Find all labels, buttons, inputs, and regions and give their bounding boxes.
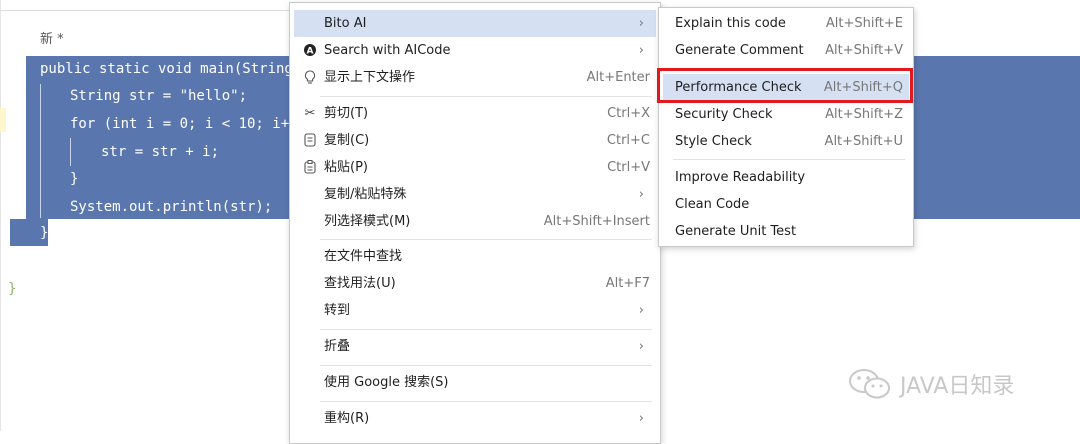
submenu-item-label: Performance Check — [675, 80, 802, 95]
menu-separator — [673, 68, 905, 69]
submenu-item-style-check[interactable]: Style Check Alt+Shift+U — [663, 128, 909, 155]
submenu-item-label: Style Check — [675, 134, 752, 149]
submenu-item-label: Explain this code — [675, 16, 786, 31]
menu-item-copy[interactable]: 复制(C) Ctrl+C — [294, 127, 656, 154]
menu-item-paste[interactable]: 粘贴(P) Ctrl+V — [294, 154, 656, 181]
menu-item-label: 剪切(T) — [324, 106, 369, 121]
submenu-item-clean-code[interactable]: Clean Code — [663, 191, 909, 218]
menu-item-label: 折叠 — [324, 339, 351, 354]
menu-separator — [320, 401, 652, 402]
menu-item-label: 查找用法(U) — [324, 276, 396, 291]
submenu-item-shortcut: Alt+Shift+Q — [823, 80, 903, 95]
watermark-text: JAVA日知录 — [900, 374, 1015, 399]
chevron-right-icon: › — [638, 43, 644, 58]
menu-item-refactor[interactable]: 重构(R) › — [294, 405, 656, 432]
submenu-item-explain-code[interactable]: Explain this code Alt+Shift+E — [663, 10, 909, 37]
code-line[interactable]: for (int i = 0; i < 10; i++) — [70, 114, 306, 134]
submenu-item-shortcut: Alt+Shift+E — [825, 16, 903, 31]
menu-item-shortcut: Ctrl+X — [607, 106, 650, 121]
submenu-item-generate-comment[interactable]: Generate Comment Alt+Shift+V — [663, 37, 909, 64]
submenu-item-shortcut: Alt+Shift+U — [824, 134, 903, 149]
aicode-icon: A — [300, 37, 320, 67]
chevron-right-icon: › — [638, 411, 644, 426]
menu-separator — [673, 159, 905, 160]
menu-item-fold[interactable]: 折叠 › — [294, 333, 656, 360]
code-line[interactable]: public static void main(String[] — [40, 59, 310, 79]
menu-item-shortcut: Ctrl+V — [607, 160, 650, 175]
wechat-icon — [848, 368, 892, 400]
submenu-item-shortcut: Alt+Shift+V — [825, 43, 903, 58]
watermark: JAVA日知录 — [848, 366, 1014, 402]
bito-ai-submenu: Explain this code Alt+Shift+E Generate C… — [658, 7, 914, 247]
editor-top-border — [0, 10, 295, 11]
menu-item-copy-paste-special[interactable]: 复制/粘贴特殊 › — [294, 181, 656, 208]
menu-item-label: Bito AI — [324, 16, 367, 31]
lightbulb-icon — [300, 64, 320, 95]
menu-item-label: Search with AICode — [324, 43, 451, 58]
chevron-right-icon: › — [638, 16, 644, 31]
menu-item-show-context-actions[interactable]: 显示上下文操作 Alt+Enter — [294, 64, 656, 91]
indent-guide — [40, 84, 41, 218]
menu-item-shortcut: Ctrl+C — [606, 133, 650, 148]
submenu-item-label: Generate Unit Test — [675, 224, 797, 239]
paste-icon — [300, 154, 320, 184]
menu-item-label: 在文件中查找 — [324, 249, 403, 264]
submenu-item-shortcut: Alt+Shift+Z — [825, 107, 903, 122]
menu-item-label: 使用 Google 搜索(S) — [324, 375, 449, 390]
submenu-item-security-check[interactable]: Security Check Alt+Shift+Z — [663, 101, 909, 128]
menu-item-column-selection[interactable]: 列选择模式(M) Alt+Shift+Insert — [294, 208, 656, 235]
menu-item-search-aicode[interactable]: A Search with AICode › — [294, 37, 656, 64]
submenu-item-performance-check[interactable]: Performance Check Alt+Shift+Q — [663, 74, 909, 101]
menu-item-label: 重构(R) — [324, 411, 370, 426]
code-line[interactable]: System.out.println(str); — [70, 197, 272, 217]
code-line[interactable]: String str = "hello"; — [70, 86, 247, 106]
menu-separator — [320, 96, 652, 97]
chevron-right-icon: › — [638, 187, 644, 202]
menu-item-label: 粘贴(P) — [324, 160, 368, 175]
selection-block — [912, 56, 1080, 219]
submenu-item-label: Improve Readability — [675, 170, 806, 185]
menu-item-find-in-files[interactable]: 在文件中查找 — [294, 243, 656, 270]
chevron-right-icon: › — [638, 303, 644, 318]
submenu-item-label: Security Check — [675, 107, 773, 122]
menu-item-find-usages[interactable]: 查找用法(U) Alt+F7 — [294, 270, 656, 297]
code-line[interactable]: } — [8, 279, 16, 299]
submenu-item-label: Clean Code — [675, 197, 750, 212]
menu-separator — [320, 329, 652, 330]
menu-item-bito-ai[interactable]: Bito AI › — [294, 10, 656, 37]
gutter-border — [0, 0, 1, 431]
code-line[interactable]: } — [70, 169, 78, 189]
code-line[interactable]: str = str + i; — [101, 142, 219, 162]
menu-separator — [320, 365, 652, 366]
menu-item-shortcut: Alt+Shift+Insert — [543, 214, 650, 229]
submenu-item-label: Generate Comment — [675, 43, 804, 58]
submenu-item-generate-unit-test[interactable]: Generate Unit Test — [663, 218, 909, 245]
menu-item-goto[interactable]: 转到 › — [294, 297, 656, 324]
menu-item-label: 显示上下文操作 — [324, 70, 416, 85]
svg-text:A: A — [307, 47, 314, 57]
code-line[interactable]: } — [40, 223, 48, 243]
menu-item-cut[interactable]: ✂ 剪切(T) Ctrl+X — [294, 100, 656, 127]
scissors-icon: ✂ — [304, 106, 316, 121]
tab-marker: 新 * — [40, 32, 64, 47]
menu-item-label: 复制(C) — [324, 133, 370, 148]
menu-item-google-search[interactable]: 使用 Google 搜索(S) — [294, 369, 656, 396]
menu-separator — [320, 239, 652, 240]
menu-item-shortcut: Alt+F7 — [605, 276, 650, 291]
indent-guide — [70, 138, 71, 166]
menu-item-shortcut: Alt+Enter — [586, 70, 650, 85]
current-line-marker — [0, 108, 6, 132]
menu-item-label: 列选择模式(M) — [324, 214, 411, 229]
chevron-right-icon: › — [638, 339, 644, 354]
copy-icon — [300, 127, 320, 157]
submenu-item-improve-readability[interactable]: Improve Readability — [663, 164, 909, 191]
menu-item-label: 转到 — [324, 303, 351, 318]
context-menu: Bito AI › A Search with AICode › 显示上下文操作… — [289, 2, 661, 444]
menu-item-label: 复制/粘贴特殊 — [324, 187, 407, 202]
